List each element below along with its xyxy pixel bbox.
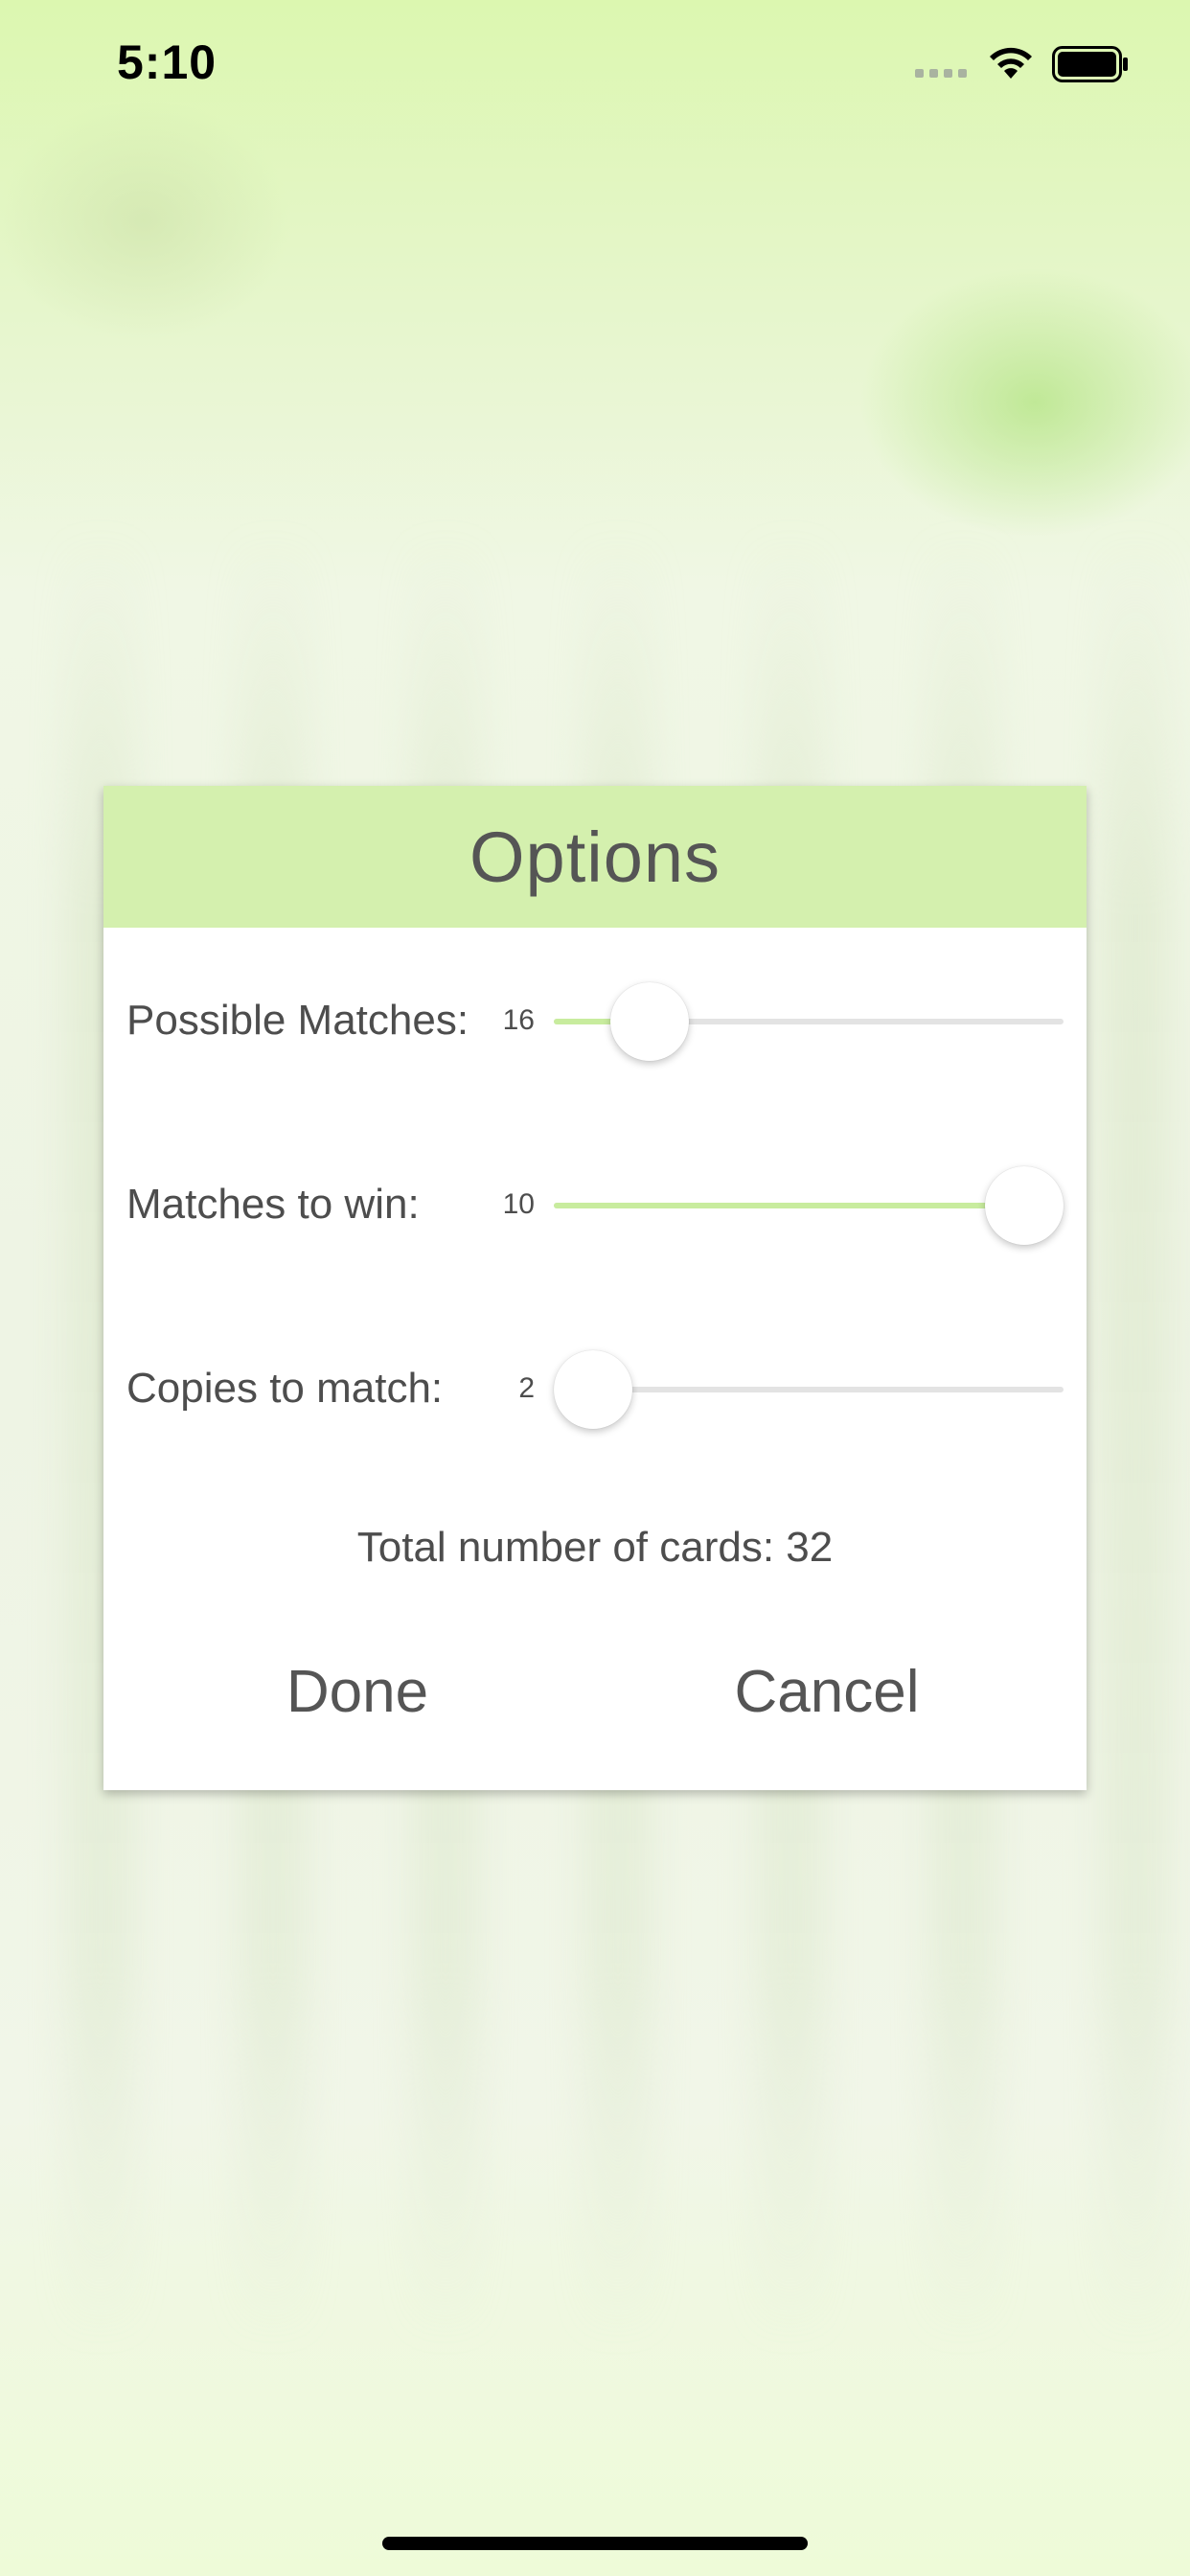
battery-icon [1052,46,1128,82]
total-cards-text: Total number of cards: 32 [356,1524,834,1571]
matches-to-win-label: Matches to win: [126,1181,420,1228]
signal-dots-icon [915,69,967,78]
cancel-button[interactable]: Cancel [683,1648,971,1735]
copies-to-match-value: 2 [518,1372,535,1404]
slider-thumb[interactable] [554,1350,632,1429]
home-indicator [382,2537,808,2550]
dialog-header: Options [103,786,1087,928]
possible-matches-row: Possible Matches: 16 [103,978,1087,1064]
matches-to-win-value: 10 [502,1188,535,1220]
possible-matches-label: Possible Matches: [126,997,469,1044]
slider-thumb[interactable] [609,982,689,1061]
done-button[interactable]: Done [214,1648,501,1735]
options-dialog: Options Possible Matches: 16 Matches to … [103,786,1087,1790]
background-stripe [1102,537,1169,2338]
possible-matches-slider[interactable] [554,982,1064,1061]
wifi-icon [990,47,1032,79]
matches-to-win-row: Matches to win: 10 [103,1162,1087,1248]
copies-to-match-label: Copies to match: [126,1365,444,1412]
slider-thumb[interactable] [985,1166,1064,1245]
copies-to-match-slider[interactable] [554,1350,1064,1429]
possible-matches-value: 16 [502,1004,535,1036]
dialog-title: Options [469,816,721,897]
slider-fill [554,1203,1024,1208]
copies-to-match-row: Copies to match: 2 [103,1346,1087,1432]
matches-to-win-slider[interactable] [554,1166,1064,1245]
status-time: 5:10 [117,35,217,89]
